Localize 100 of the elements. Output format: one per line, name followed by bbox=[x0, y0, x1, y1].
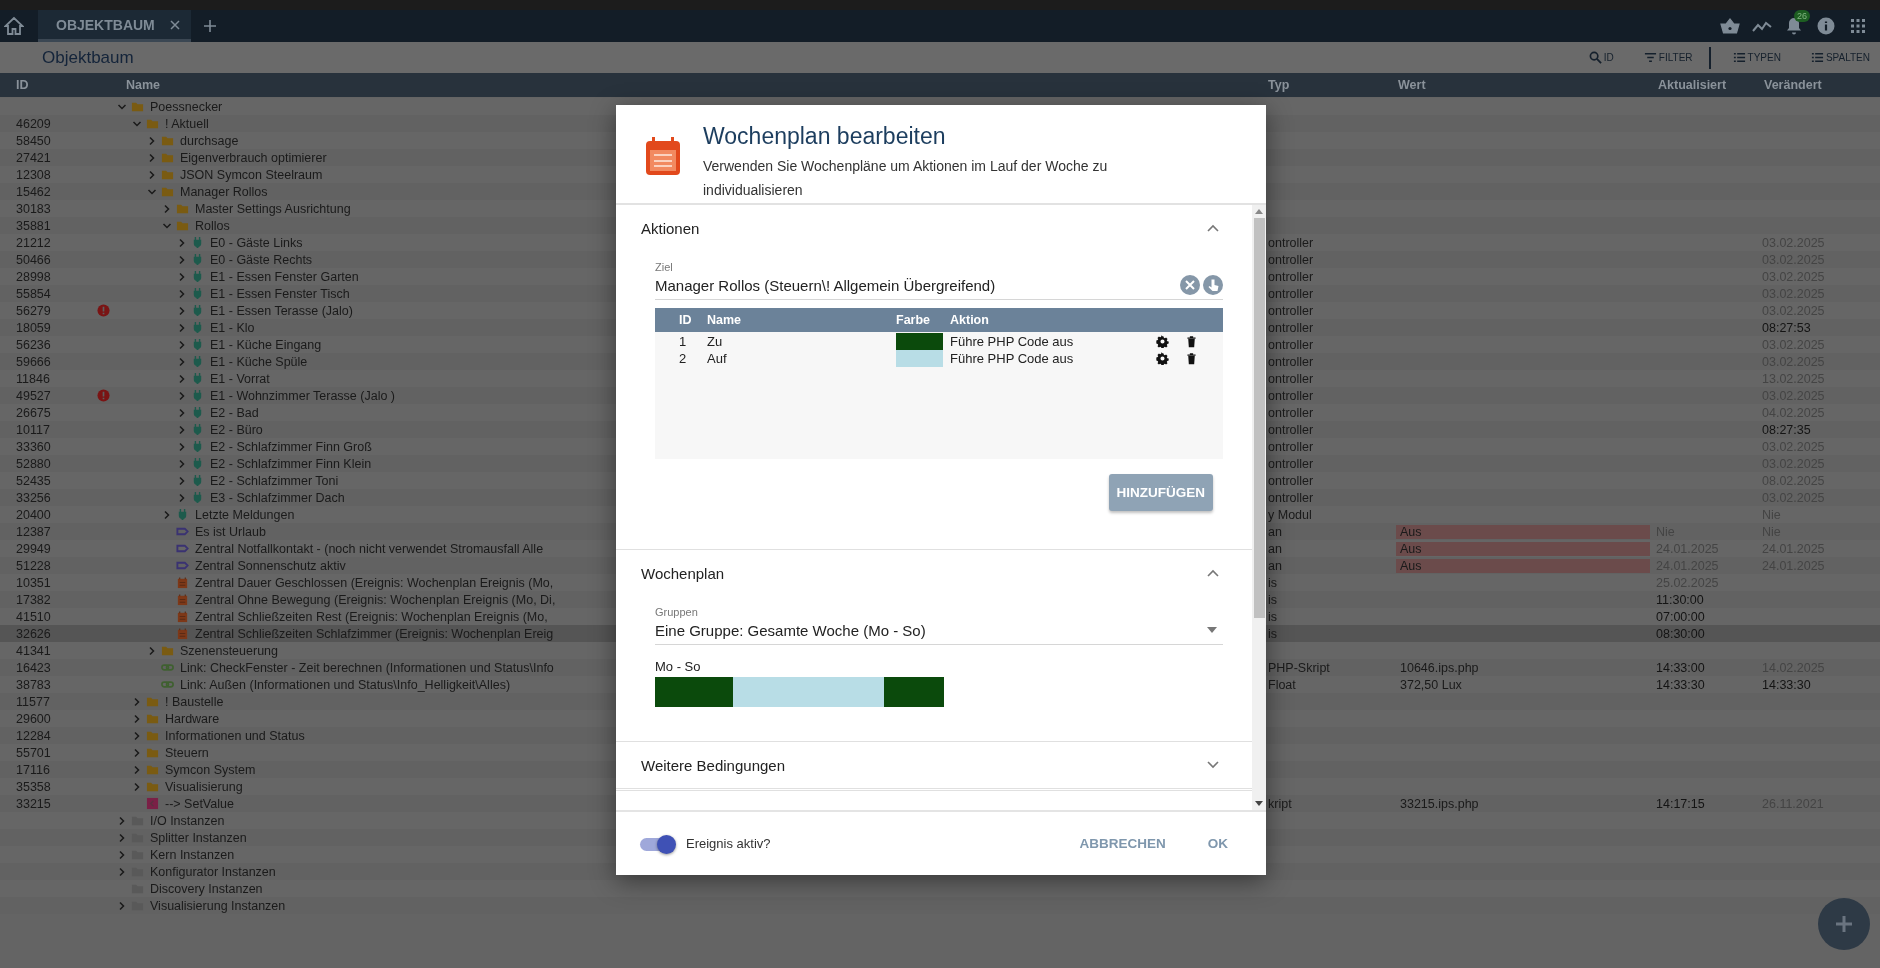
tree-item-name: Kern Instanzen bbox=[150, 847, 235, 862]
id-cell: 21212 bbox=[16, 235, 51, 250]
section-title: Wochenplan bbox=[641, 564, 725, 582]
updated-cell: 08:30:00 bbox=[1656, 626, 1705, 641]
id-cell: 52435 bbox=[16, 473, 51, 488]
id-cell: 26675 bbox=[16, 405, 51, 420]
tree-item-name: Zentral Sonnenschutz aktiv bbox=[195, 558, 346, 573]
value-cell-text: 372,50 Lux bbox=[1399, 677, 1463, 692]
section-title: Weitere Bedingungen bbox=[641, 756, 785, 774]
tree-item-name: E1 - Wohnzimmer Terasse (Jalo ) bbox=[210, 388, 395, 403]
tree-item-name: E0 - Gäste Links bbox=[210, 235, 303, 250]
id-cell: 56279 bbox=[16, 303, 51, 318]
type-cell: ontroller bbox=[1268, 490, 1314, 505]
id-cell: 35881 bbox=[16, 218, 51, 233]
tree-item-name: E2 - Schlafzimmer Toni bbox=[210, 473, 339, 488]
tree-item-name: Zentral Schließzeiten Schlafzimmer (Ereignis: Wochenplan Ereig bbox=[195, 626, 554, 641]
page-title: Objektbaum bbox=[42, 47, 134, 68]
tree-item-name: Steuern bbox=[165, 745, 209, 760]
tree-item-name: Visualisierung bbox=[165, 779, 243, 794]
type-cell: ontroller bbox=[1268, 354, 1314, 369]
id-cell: 38783 bbox=[16, 677, 51, 692]
field-label: Ziel bbox=[655, 261, 674, 273]
id-cell: 51228 bbox=[16, 558, 51, 573]
type-cell: an bbox=[1268, 541, 1282, 556]
type-cell: ontroller bbox=[1268, 286, 1314, 301]
type-cell: is bbox=[1268, 609, 1278, 624]
tree-item-name: ! Baustelle bbox=[165, 694, 224, 709]
table-cell-text: Zu bbox=[707, 334, 724, 349]
tree-item-name: Symcon System bbox=[165, 762, 256, 777]
tree-item-name: Zentral Schließzeiten Rest (Ereignis: Wochenplan Ereignis (Mo, bbox=[195, 609, 548, 624]
tree-item-name: E1 - Essen Terasse (Jalo) bbox=[210, 303, 353, 318]
column-header: Aktion bbox=[949, 313, 990, 327]
table-cell-text: 2 bbox=[678, 351, 688, 366]
dialog-title: Wochenplan bearbeiten bbox=[703, 123, 947, 150]
value-cell-text: 33215.ips.php bbox=[1399, 796, 1480, 811]
tree-item-name: Zentral Notfallkontakt - (noch nicht verwendet Stromausfall Alle bbox=[195, 541, 544, 556]
id-cell: 29600 bbox=[16, 711, 51, 726]
tree-item-name: Szenensteuerung bbox=[180, 643, 278, 658]
id-cell: 33360 bbox=[16, 439, 51, 454]
type-cell: y Modul bbox=[1268, 507, 1312, 522]
type-cell: ontroller bbox=[1268, 405, 1314, 420]
tree-item-name: Visualisierung Instanzen bbox=[150, 898, 286, 913]
id-cell: 41341 bbox=[16, 643, 51, 658]
id-cell: 55701 bbox=[16, 745, 51, 760]
tab-label: OBJEKTBAUM bbox=[56, 16, 155, 33]
tree-item-name: E1 - Vorrat bbox=[210, 371, 270, 386]
id-cell: 35358 bbox=[16, 779, 51, 794]
tree-item-name: Zentral Dauer Geschlossen (Ereignis: Wochenplan Ereignis (Mo, bbox=[195, 575, 554, 590]
tree-item-name: Informationen und Status bbox=[165, 728, 305, 743]
tree-item-name: Konfigurator Instanzen bbox=[150, 864, 276, 879]
type-cell: ontroller bbox=[1268, 269, 1314, 284]
value-cell: Aus bbox=[1396, 524, 1650, 539]
updated-cell: 14:17:15 bbox=[1656, 796, 1705, 811]
type-cell: is bbox=[1268, 575, 1278, 590]
id-cell: 58450 bbox=[16, 133, 51, 148]
tree-item-name: JSON Symcon Steelraum bbox=[180, 167, 323, 182]
column-header: Farbe bbox=[896, 313, 932, 327]
id-cell: 50466 bbox=[16, 252, 51, 267]
tree-item-name: E2 - Schlafzimmer Finn Groß bbox=[210, 439, 372, 454]
id-cell: 28998 bbox=[16, 269, 51, 284]
updated-cell: 14:33:30 bbox=[1656, 677, 1705, 692]
type-cell: ontroller bbox=[1268, 235, 1314, 250]
id-cell: 59666 bbox=[16, 354, 51, 369]
tree-item-name: ! Aktuell bbox=[165, 116, 209, 131]
table-cell-text: 1 bbox=[678, 334, 688, 349]
id-cell: 12284 bbox=[16, 728, 51, 743]
id-cell: 15462 bbox=[16, 184, 51, 199]
type-cell: kript bbox=[1268, 796, 1292, 811]
changed-cell: 08:27:53 bbox=[1762, 320, 1811, 335]
type-cell: Float bbox=[1268, 677, 1296, 692]
id-cell: 41510 bbox=[16, 609, 51, 624]
id-cell: 10351 bbox=[16, 575, 51, 590]
day-label: Mo - So bbox=[655, 659, 702, 674]
table-cell-text: Führe PHP Code aus bbox=[949, 334, 1075, 349]
id-cell: 32626 bbox=[16, 626, 51, 641]
id-cell: 12387 bbox=[16, 524, 51, 539]
tree-item-name: Splitter Instanzen bbox=[150, 830, 247, 845]
type-cell: ontroller bbox=[1268, 473, 1314, 488]
field-value: Eine Gruppe: Gesamte Woche (Mo - So) bbox=[655, 621, 927, 639]
changed-cell: 14:33:30 bbox=[1762, 677, 1811, 692]
type-cell: ontroller bbox=[1268, 371, 1314, 386]
tree-item-name: Discovery Instanzen bbox=[150, 881, 263, 896]
id-cell: 30183 bbox=[16, 201, 51, 216]
tree-item-name: Rollos bbox=[195, 218, 230, 233]
id-cell: 16423 bbox=[16, 660, 51, 675]
id-cell: 55854 bbox=[16, 286, 51, 301]
tree-item-name: E2 - Schlafzimmer Finn Klein bbox=[210, 456, 372, 471]
toggle-label: Ereignis aktiv? bbox=[686, 836, 771, 851]
updated-cell: 11:30:00 bbox=[1656, 592, 1704, 607]
tree-item-name: E1 - Küche Spüle bbox=[210, 354, 308, 369]
id-cell: 27421 bbox=[16, 150, 51, 165]
id-cell: 56236 bbox=[16, 337, 51, 352]
tree-item-name: I/O Instanzen bbox=[150, 813, 225, 828]
tree-item-name: --> SetValue bbox=[165, 796, 234, 811]
tree-item-name: E0 - Gäste Rechts bbox=[210, 252, 313, 267]
updated-cell: 07:00:00 bbox=[1656, 609, 1705, 624]
id-cell: 10117 bbox=[16, 422, 50, 437]
id-cell: 17116 bbox=[16, 762, 50, 777]
tree-item-name: E1 - Küche Eingang bbox=[210, 337, 322, 352]
type-cell: ontroller bbox=[1268, 320, 1314, 335]
